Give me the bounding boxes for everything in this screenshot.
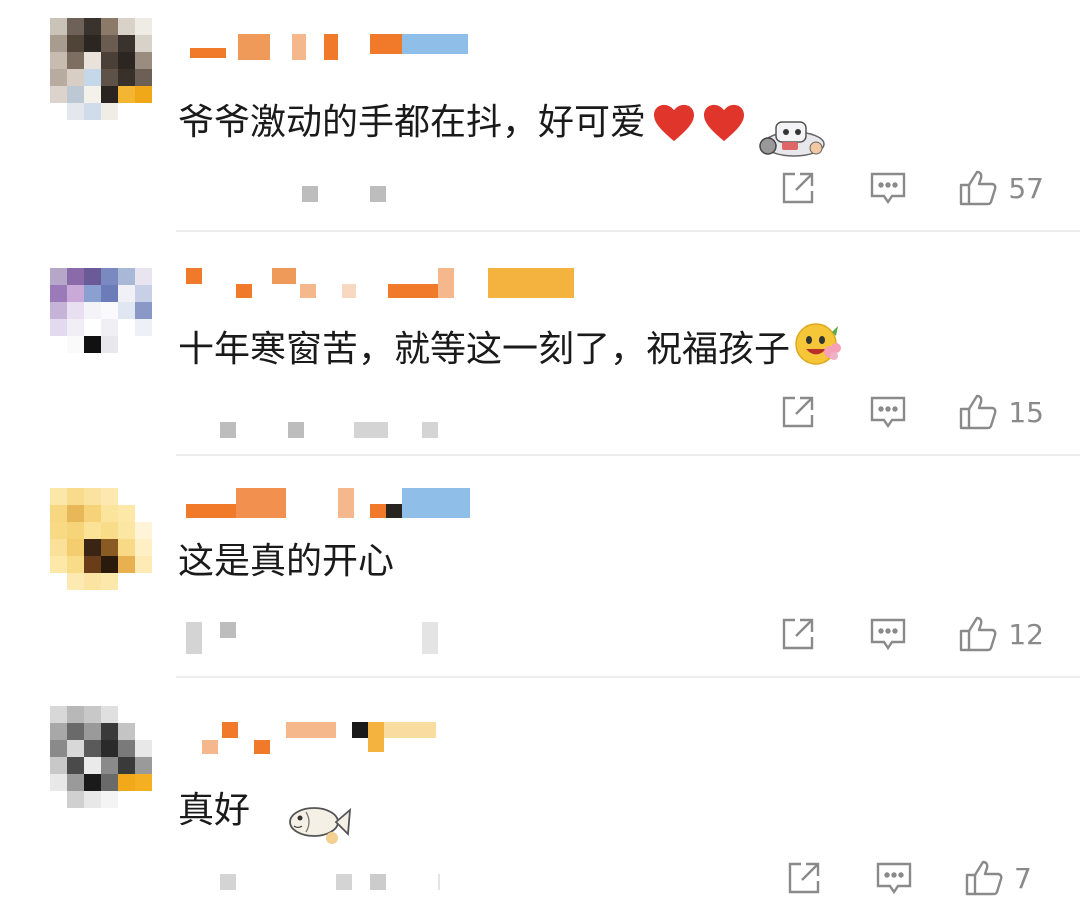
share-icon[interactable] [778,168,818,208]
reply-icon[interactable] [868,392,908,432]
reply-icon[interactable] [874,858,914,898]
flower-face-emoji-icon [792,318,844,381]
comment-text-content: 十年寒窗苦，就等这一刻了，祝福孩子 [178,328,791,370]
username[interactable] [182,30,482,70]
comment-text-content: 这是真的开心 [178,541,395,582]
comment-actions: 57 [778,168,1044,208]
thumbs-up-icon[interactable] [958,392,998,432]
divider [176,454,1080,456]
comment-actions: 7 [784,858,1044,898]
share-icon[interactable] [784,858,824,898]
comment-text: 这是真的开心 [178,540,394,584]
avatar[interactable] [50,488,152,604]
share-icon[interactable] [778,392,818,432]
comment-meta [180,418,440,442]
comment-meta [180,620,440,654]
username[interactable] [182,268,582,308]
fish-sticker-icon [284,798,354,861]
comment-meta [180,182,400,206]
avatar[interactable] [50,268,152,384]
divider [176,676,1080,678]
thumbs-up-icon[interactable] [964,858,1004,898]
comment-text: 爷爷激动的手都在抖，好可爱 [178,74,830,171]
comment-text: 真好 [178,760,354,861]
comment-meta [180,874,440,898]
username[interactable] [182,488,482,528]
heart-icon [702,103,746,143]
reply-icon[interactable] [868,168,908,208]
robot-sticker-icon [754,114,830,171]
comment-actions: 12 [778,614,1044,654]
avatar[interactable] [50,18,152,134]
like-count: 7 [1014,861,1032,895]
divider [176,230,1080,232]
share-icon[interactable] [778,614,818,654]
thumbs-up-icon[interactable] [958,614,998,654]
like-count: 12 [1008,617,1044,651]
like-count: 57 [1008,171,1044,205]
thumbs-up-icon[interactable] [958,168,998,208]
username[interactable] [182,722,482,762]
reply-icon[interactable] [868,614,908,654]
like-count: 15 [1008,395,1044,429]
avatar[interactable] [50,706,152,822]
comment-actions: 15 [778,392,1044,432]
heart-icon [652,103,696,143]
comment-text-content: 真好 [178,789,251,831]
comment-text: 十年寒窗苦，就等这一刻了，祝福孩子 [178,318,844,381]
comment-text-content: 爷爷激动的手都在抖，好可爱 [178,101,647,143]
